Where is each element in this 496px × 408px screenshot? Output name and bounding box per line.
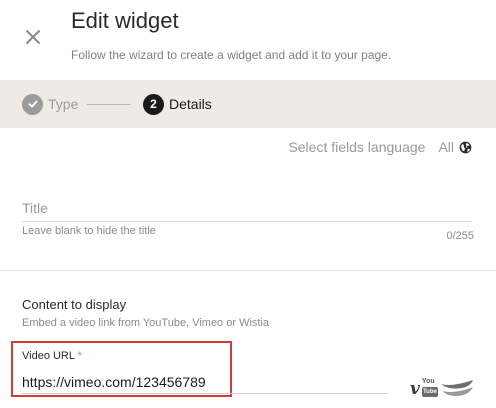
youtube-logo-bottom: Tube bbox=[421, 387, 438, 397]
step-details[interactable]: 2 Details bbox=[143, 80, 212, 128]
step-details-label: Details bbox=[169, 96, 212, 112]
step-type-label: Type bbox=[48, 96, 79, 112]
title-field: Leave blank to hide the title 0/255 bbox=[22, 194, 474, 242]
dialog-header: Edit widget Follow the wizard to create … bbox=[0, 0, 496, 80]
close-button[interactable] bbox=[22, 26, 44, 48]
title-char-counter: 0/255 bbox=[446, 230, 474, 242]
language-value: All bbox=[438, 139, 454, 155]
required-mark: * bbox=[77, 350, 82, 362]
step-done-circle bbox=[22, 93, 43, 115]
step-type[interactable]: Type bbox=[22, 80, 78, 128]
title-hint: Leave blank to hide the title bbox=[22, 225, 156, 237]
video-url-label: Video URL * bbox=[22, 350, 82, 362]
language-selector[interactable]: Select fields language All bbox=[288, 138, 472, 156]
dialog-title: Edit widget bbox=[71, 8, 179, 33]
globe-icon bbox=[459, 141, 472, 153]
title-input[interactable] bbox=[22, 194, 472, 222]
vimeo-icon: v bbox=[410, 379, 420, 399]
check-icon bbox=[28, 100, 38, 108]
section-divider bbox=[0, 270, 496, 271]
youtube-logo-top: You bbox=[421, 378, 435, 385]
step-connector bbox=[87, 104, 131, 105]
video-url-input[interactable] bbox=[22, 370, 388, 394]
content-section-description: Embed a video link from YouTube, Vimeo o… bbox=[22, 317, 270, 329]
content-section-title: Content to display bbox=[22, 297, 127, 312]
video-url-label-text: Video URL bbox=[22, 350, 75, 362]
dialog-subtitle: Follow the wizard to create a widget and… bbox=[71, 48, 392, 62]
language-selector-label: Select fields language bbox=[288, 139, 426, 155]
video-provider-icons: v You Tube bbox=[410, 374, 474, 398]
wizard-stepper: Type 2 Details bbox=[0, 80, 496, 128]
youtube-icon: You Tube bbox=[421, 378, 438, 398]
close-icon bbox=[26, 30, 40, 44]
wistia-icon bbox=[440, 380, 473, 396]
step-number-badge: 2 bbox=[143, 93, 164, 115]
